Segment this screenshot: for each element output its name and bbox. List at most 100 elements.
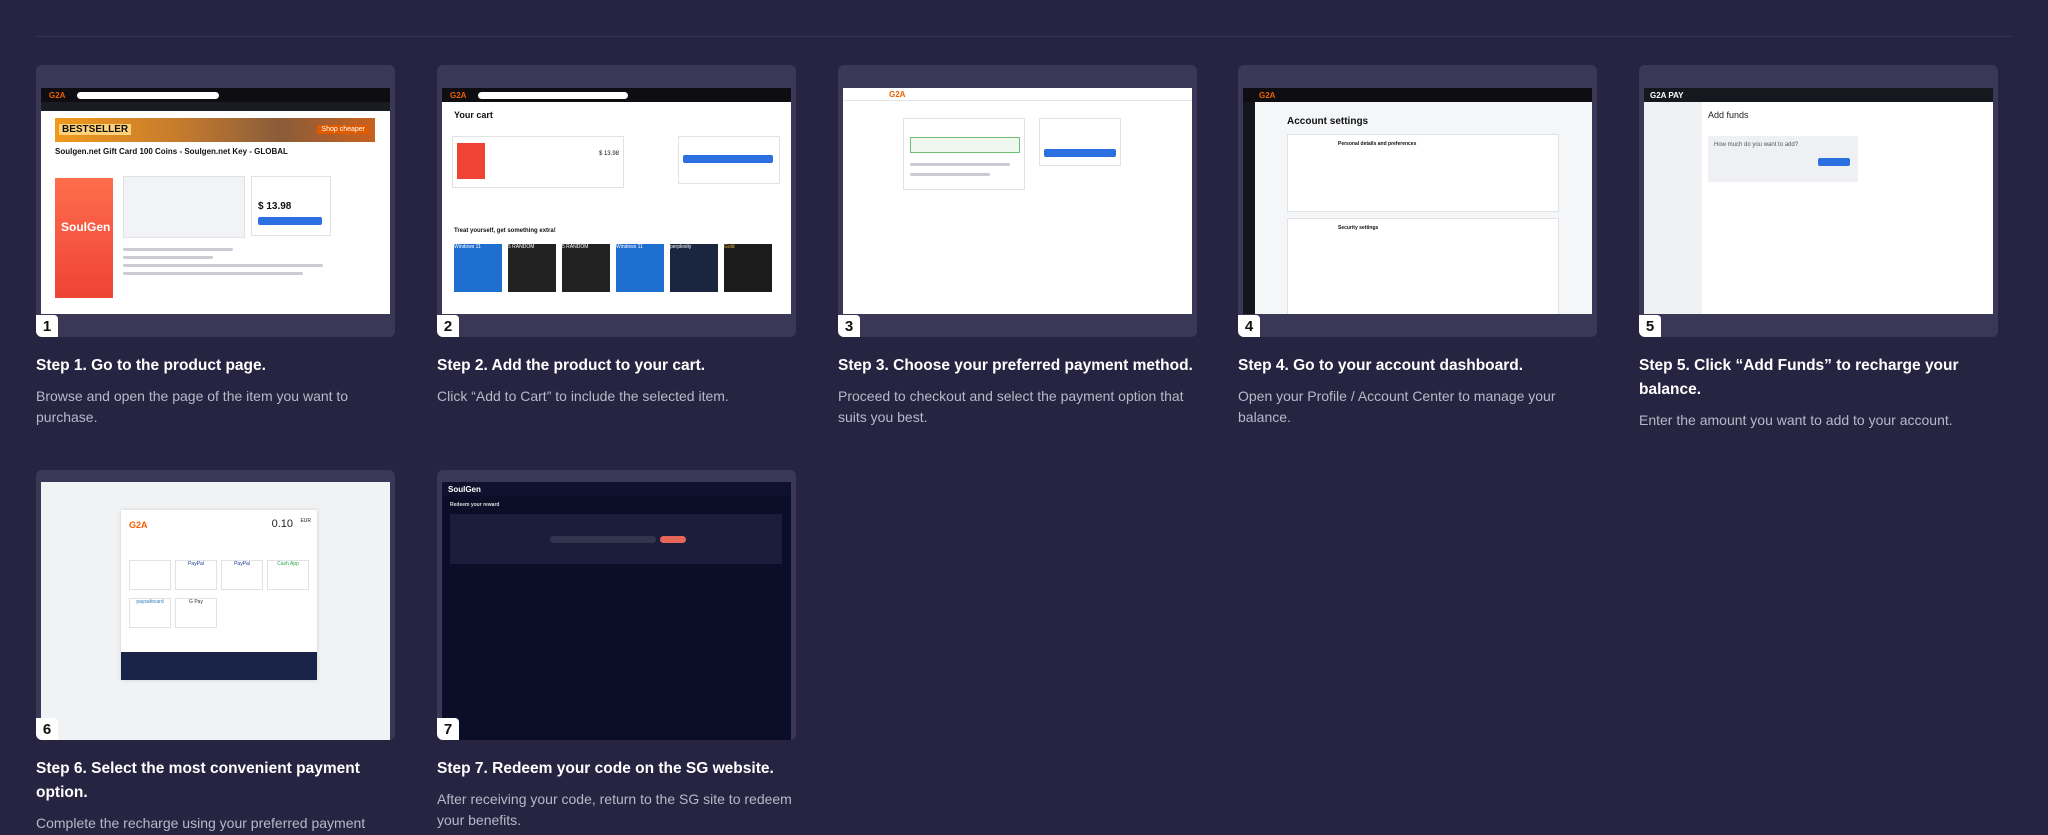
cart-item-image: [457, 143, 485, 179]
step-screenshot-payment-method: G2A: [843, 88, 1192, 314]
promo-banner: BESTSELLER Shop cheaper: [55, 118, 375, 142]
step-number-badge: 1: [36, 315, 58, 337]
payment-method-tile: PayPal: [221, 560, 263, 590]
payment-amount: 0.10: [271, 518, 293, 530]
step-card-1: G2A BESTSELLER Shop cheaper Soulgen.net …: [36, 65, 395, 428]
step-description: Proceed to checkout and select the payme…: [838, 388, 1184, 425]
step-screenshot-account-dashboard: G2A Account settings Personal details an…: [1243, 88, 1592, 314]
product-details: [123, 176, 245, 238]
extra-tile: 5 RANDOM: [508, 244, 556, 292]
personal-details-section: Personal details and preferences: [1287, 134, 1559, 212]
step-number-badge: 7: [437, 718, 459, 740]
step-title: Step 3. Choose your preferred payment me…: [838, 357, 1193, 374]
cart-item-price: $ 13.98: [598, 151, 619, 157]
g2a-logo: G2A: [1259, 91, 1276, 100]
step-description: Complete the recharge using your preferr…: [36, 815, 366, 831]
step-screenshot-frame: G2A Account settings Personal details an…: [1238, 65, 1597, 337]
step-card-4: G2A Account settings Personal details an…: [1238, 65, 1597, 428]
site-header: G2A: [41, 88, 390, 102]
site-header: G2A: [1243, 88, 1592, 102]
step-screenshot-add-funds: G2A PAY Add funds How much do you want t…: [1644, 88, 1993, 314]
pay-button: [1044, 149, 1116, 157]
step-title: Step 4. Go to your account dashboard.: [1238, 357, 1524, 374]
search-bar: [77, 92, 219, 99]
site-header: G2A: [442, 88, 791, 102]
step-description: Browse and open the page of the item you…: [36, 388, 349, 425]
redeem-heading: Redeem your reward: [450, 502, 500, 508]
security-settings-label: Security settings: [1338, 225, 1379, 231]
step-screenshot-product-page: G2A BESTSELLER Shop cheaper Soulgen.net …: [41, 88, 390, 314]
payment-method-tile: [129, 560, 171, 590]
soulgen-logo: SoulGen: [448, 485, 481, 494]
step-screenshot-redeem: SoulGen Redeem your reward: [442, 482, 791, 740]
step-number-badge: 2: [437, 315, 459, 337]
step-description: Open your Profile / Account Center to ma…: [1238, 388, 1556, 425]
extra-tile: 5 RANDOM: [562, 244, 610, 292]
checkout-header: G2A: [843, 88, 1192, 101]
step-title: Step 7. Redeem your code on the SG websi…: [437, 760, 774, 777]
step-card-6: G2A 0.10 EUR PayPal PayPal Cash App pays…: [36, 470, 395, 834]
top-up-button: [1818, 158, 1850, 166]
step-screenshot-payment-options: G2A 0.10 EUR PayPal PayPal Cash App pays…: [41, 482, 390, 740]
offer-box: $ 13.98: [251, 176, 331, 236]
step-description: Enter the amount you want to add to your…: [1639, 412, 1953, 428]
g2a-logo: G2A: [49, 91, 66, 100]
redeem-code-input: [550, 536, 656, 543]
dialog-footer: [121, 652, 317, 680]
step-screenshot-frame: G2A Your cart $ 13.98 Treat yourself, ge…: [437, 65, 796, 337]
category-nav: [41, 102, 390, 111]
step-card-2: G2A Your cart $ 13.98 Treat yourself, ge…: [437, 65, 796, 407]
step-description: Click “Add to Cart” to include the selec…: [437, 388, 729, 404]
amount-question: How much do you want to add?: [1714, 142, 1799, 148]
account-settings-heading: Account settings: [1287, 116, 1369, 127]
redeem-button: [660, 536, 686, 543]
product-image: SoulGen: [55, 178, 113, 298]
amount-panel: How much do you want to add?: [1708, 136, 1858, 182]
continue-payment-button: [683, 155, 773, 163]
g2a-logo: G2A: [889, 90, 906, 99]
payment-method-tile: PayPal: [175, 560, 217, 590]
step-description: After receiving your code, return to the…: [437, 791, 792, 828]
extra-tile: Windows 11: [616, 244, 664, 292]
header-divider: [36, 36, 2012, 37]
step-screenshot-cart: G2A Your cart $ 13.98 Treat yourself, ge…: [442, 88, 791, 314]
step-title: Step 1. Go to the product page.: [36, 357, 266, 374]
g2a-logo: G2A: [129, 520, 148, 530]
step-number-badge: 4: [1238, 315, 1260, 337]
step-screenshot-frame: G2A 3: [838, 65, 1197, 337]
site-header: G2A PAY: [1644, 88, 1993, 102]
step-number-badge: 5: [1639, 315, 1661, 337]
order-summary: [678, 136, 780, 184]
step-screenshot-frame: SoulGen Redeem your reward 7: [437, 470, 796, 740]
promo-banner-button: Shop cheaper: [317, 125, 369, 134]
security-settings-section: Security settings: [1287, 218, 1559, 314]
extra-tile: Windows 11: [454, 244, 502, 292]
payment-currency: EUR: [300, 518, 311, 524]
step-screenshot-frame: G2A PAY Add funds How much do you want t…: [1639, 65, 1998, 337]
product-price: $ 13.98: [258, 201, 292, 212]
redeem-panel: [450, 514, 782, 564]
dashboard-sidebar: [1644, 102, 1702, 314]
step-number-badge: 3: [838, 315, 860, 337]
payment-methods-panel: [903, 118, 1025, 190]
promo-banner-label: BESTSELLER: [59, 124, 132, 135]
product-brand: SoulGen: [61, 220, 111, 234]
step-title: Step 6. Select the most convenient payme…: [36, 760, 360, 801]
site-header: SoulGen: [442, 482, 791, 496]
step-title: Step 5. Click “Add Funds” to recharge yo…: [1639, 357, 1959, 398]
personal-details-label: Personal details and preferences: [1338, 141, 1417, 147]
add-funds-heading: Add funds: [1708, 110, 1749, 120]
cart-item: $ 13.98: [452, 136, 624, 188]
step-title: Step 2. Add the product to your cart.: [437, 357, 706, 374]
step-card-3: G2A 3 Step 3. Choose your preferred paym…: [838, 65, 1197, 428]
step-number-badge: 6: [36, 718, 58, 740]
payment-dialog: G2A 0.10 EUR PayPal PayPal Cash App pays…: [121, 510, 317, 680]
extras-heading: Treat yourself, get something extra!: [454, 228, 556, 234]
g2a-logo: G2A: [450, 91, 467, 100]
g2a-pay-logo: G2A PAY: [1650, 91, 1684, 100]
search-bar: [478, 92, 628, 99]
step-screenshot-frame: G2A BESTSELLER Shop cheaper Soulgen.net …: [36, 65, 395, 337]
add-to-cart-button: [258, 217, 322, 225]
step-screenshot-frame: G2A 0.10 EUR PayPal PayPal Cash App pays…: [36, 470, 395, 740]
extra-tile: Gold: [724, 244, 772, 292]
